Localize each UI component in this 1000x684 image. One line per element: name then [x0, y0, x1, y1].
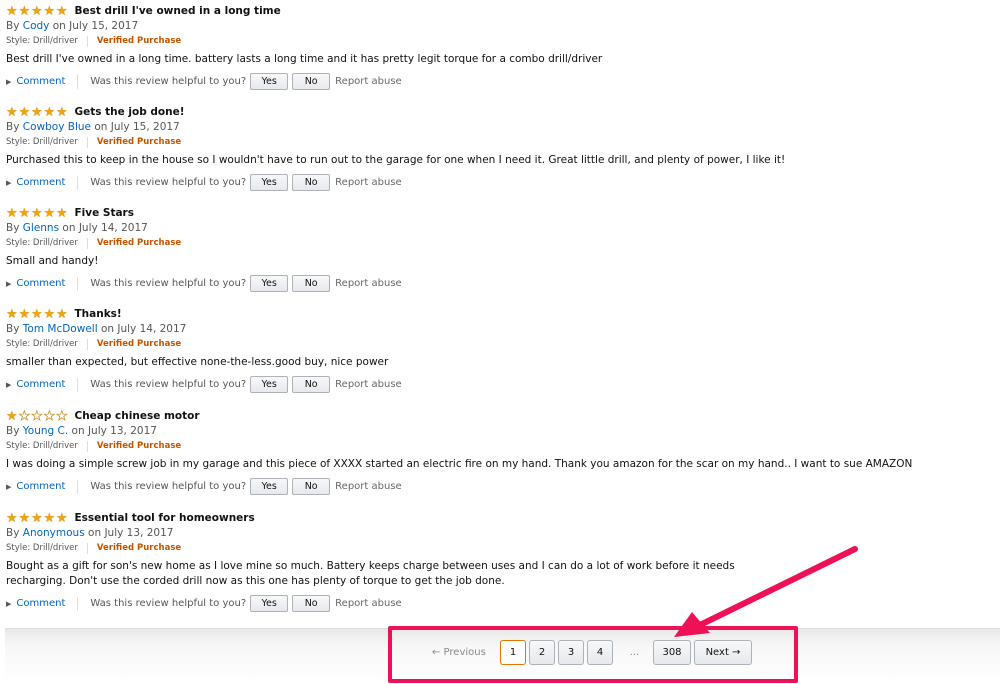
- annotation-arrow-icon: [674, 546, 858, 637]
